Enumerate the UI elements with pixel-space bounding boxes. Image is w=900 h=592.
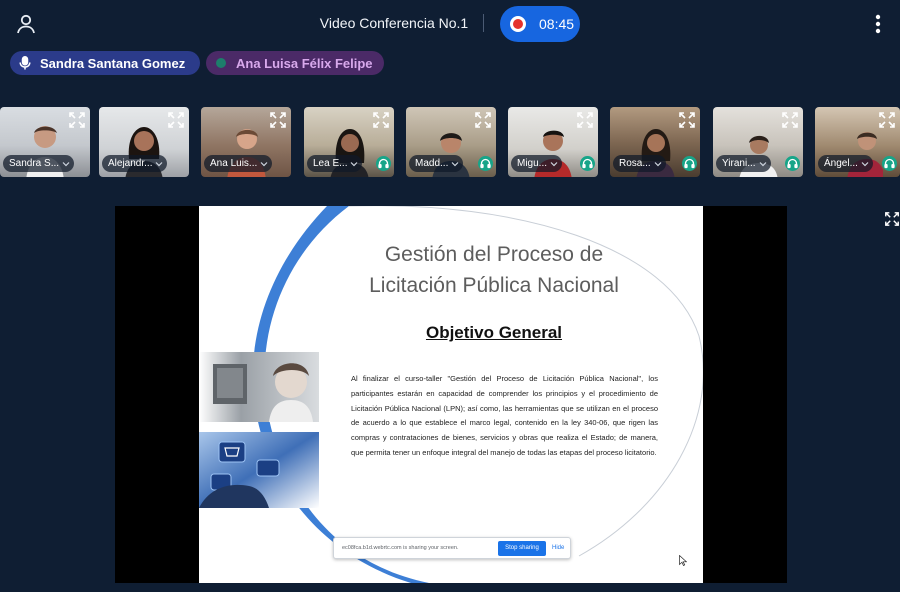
expand-icon[interactable]	[576, 111, 594, 129]
slide-subtitle: Objetivo General	[425, 323, 563, 342]
speaker-name: Ana Luisa Félix Felipe	[236, 55, 373, 71]
headset-icon	[376, 156, 391, 171]
expand-icon[interactable]	[269, 111, 287, 129]
share-message: ec08fca.b1d.webrtc.com is sharing your s…	[342, 545, 459, 551]
speaker-name: Sandra Santana Gomez	[40, 55, 186, 71]
active-speaker-chip[interactable]: Sandra Santana Gomez	[10, 51, 200, 75]
mouse-cursor-icon	[679, 555, 687, 566]
slide-photo-woman	[199, 352, 319, 422]
speaking-dot-icon	[214, 56, 228, 70]
headset-icon	[682, 156, 697, 171]
participant-name-tag[interactable]: Alejandr...	[102, 155, 168, 172]
recording-timer-button[interactable]: 08:45	[500, 6, 580, 42]
participant-tile[interactable]: Lea E...	[304, 107, 394, 177]
chevron-down-icon	[550, 161, 558, 166]
headset-icon	[478, 156, 493, 171]
chevron-down-icon	[62, 161, 70, 166]
participant-name-tag[interactable]: Yirani...	[716, 155, 771, 172]
speaker-chip[interactable]: Ana Luisa Félix Felipe	[206, 51, 384, 75]
chevron-down-icon	[156, 161, 163, 166]
participant-name-tag[interactable]: Migu...	[511, 155, 563, 172]
fullscreen-icon[interactable]	[884, 211, 900, 227]
expand-icon[interactable]	[781, 111, 799, 129]
screen-share-bar: ec08fca.b1d.webrtc.com is sharing your s…	[333, 537, 571, 559]
expand-icon[interactable]	[167, 111, 185, 129]
expand-icon[interactable]	[474, 111, 492, 129]
meeting-title: Video Conferencia No.1	[319, 15, 469, 31]
chevron-down-icon	[654, 161, 662, 166]
user-icon[interactable]	[14, 12, 38, 36]
participant-tile[interactable]: Madd...	[406, 107, 496, 177]
expand-icon[interactable]	[678, 111, 696, 129]
chevron-down-icon	[759, 161, 766, 166]
slide-title: Gestión del Proceso de Licitación Públic…	[369, 243, 619, 297]
participant-tile[interactable]: Rosa...	[610, 107, 700, 177]
headset-icon	[882, 156, 897, 171]
headset-icon	[785, 156, 800, 171]
participant-tile[interactable]: Migu...	[508, 107, 598, 177]
participant-tile[interactable]: Yirani...	[713, 107, 803, 177]
participant-name-tag[interactable]: Ángel...	[818, 155, 873, 172]
chevron-down-icon	[260, 161, 268, 166]
more-vertical-icon[interactable]	[868, 11, 888, 37]
participant-tile[interactable]: Sandra S...	[0, 107, 90, 177]
participant-name-tag[interactable]: Ana Luis...	[204, 155, 273, 172]
participant-tile[interactable]: Alejandr...	[99, 107, 189, 177]
shared-screen[interactable]: Gestión del Proceso de Licitación Públic…	[115, 206, 787, 583]
participant-name-tag[interactable]: Lea E...	[307, 155, 363, 172]
expand-icon[interactable]	[878, 111, 896, 129]
record-icon	[510, 16, 526, 32]
expand-icon[interactable]	[372, 111, 390, 129]
timer-text: 08:45	[539, 16, 575, 32]
hide-share-bar-button[interactable]: Hide	[552, 545, 564, 551]
participant-name-tag[interactable]: Sandra S...	[3, 155, 75, 172]
participant-tile[interactable]: Ana Luis...	[201, 107, 291, 177]
participant-tile[interactable]: Ángel...	[815, 107, 900, 177]
microphone-icon	[18, 56, 32, 70]
chevron-down-icon	[861, 161, 869, 166]
participant-name-tag[interactable]: Rosa...	[613, 155, 666, 172]
participant-strip: Sandra S... Alejandr... Ana Luis... Lea …	[0, 107, 900, 179]
participant-name-tag[interactable]: Madd...	[409, 155, 464, 172]
expand-icon[interactable]	[68, 111, 86, 129]
stop-sharing-button[interactable]: Stop sharing	[498, 540, 546, 556]
chevron-down-icon	[351, 161, 358, 166]
slide-photo-technology	[199, 432, 319, 508]
top-bar: Video Conferencia No.1 08:45	[0, 0, 900, 46]
headset-icon	[580, 156, 595, 171]
slide-body-text: Al finalizar el curso-taller "Gestión de…	[351, 374, 658, 457]
title-divider	[483, 14, 484, 32]
presentation-slide: Gestión del Proceso de Licitación Públic…	[199, 206, 703, 583]
chevron-down-icon	[451, 161, 459, 166]
